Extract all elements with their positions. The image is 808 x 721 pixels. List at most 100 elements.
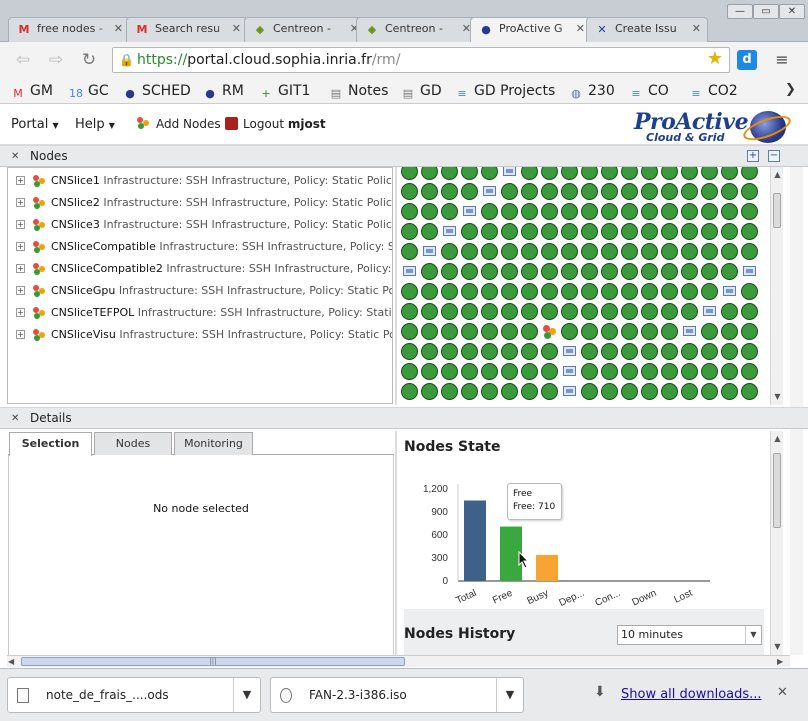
node-icon-monitor[interactable]: [421, 243, 438, 260]
scroll-thumb[interactable]: [773, 193, 781, 228]
node-free-icon[interactable]: [641, 263, 658, 280]
node-free-icon[interactable]: [401, 203, 418, 220]
node-source-row[interactable]: + CNSliceVisu Infrastructure: SSH Infrast…: [8, 325, 392, 345]
node-free-icon[interactable]: [581, 283, 598, 300]
node-free-icon[interactable]: [481, 223, 498, 240]
node-free-icon[interactable]: [601, 263, 618, 280]
node-free-icon[interactable]: [741, 363, 758, 380]
node-free-icon[interactable]: [541, 363, 558, 380]
collapse-all-icon[interactable]: −: [768, 150, 780, 162]
node-free-icon[interactable]: [461, 303, 478, 320]
node-free-icon[interactable]: [561, 167, 578, 180]
node-free-icon[interactable]: [641, 283, 658, 300]
tab-nodes[interactable]: Nodes: [94, 432, 172, 455]
node-free-icon[interactable]: [461, 223, 478, 240]
node-free-icon[interactable]: [601, 167, 618, 180]
node-free-icon[interactable]: [521, 363, 538, 380]
node-free-icon[interactable]: [401, 183, 418, 200]
node-free-icon[interactable]: [521, 323, 538, 340]
node-free-icon[interactable]: [661, 343, 678, 360]
node-icon-monitor[interactable]: [461, 203, 478, 220]
scroll-thumb[interactable]: [773, 453, 781, 528]
node-source-row[interactable]: + CNSliceTEFPOL Infrastructure: SSH Infra…: [8, 303, 392, 323]
node-free-icon[interactable]: [601, 363, 618, 380]
node-free-icon[interactable]: [481, 363, 498, 380]
node-free-icon[interactable]: [601, 383, 618, 400]
node-free-icon[interactable]: [701, 223, 718, 240]
download-item[interactable]: FAN-2.3-i386.iso ▼: [270, 677, 524, 713]
node-free-icon[interactable]: [721, 243, 738, 260]
node-free-icon[interactable]: [701, 383, 718, 400]
node-free-icon[interactable]: [581, 363, 598, 380]
node-free-icon[interactable]: [461, 383, 478, 400]
scroll-up-icon[interactable]: ▲: [772, 169, 783, 180]
node-free-icon[interactable]: [621, 223, 638, 240]
scroll-left-icon[interactable]: ◀: [8, 657, 14, 666]
node-free-icon[interactable]: [461, 183, 478, 200]
node-free-icon[interactable]: [721, 363, 738, 380]
node-free-icon[interactable]: [581, 343, 598, 360]
node-free-icon[interactable]: [541, 183, 558, 200]
back-button[interactable]: ⇦: [13, 50, 33, 70]
extension-icon[interactable]: d: [737, 50, 757, 70]
chevron-down-icon[interactable]: ▼: [233, 678, 260, 712]
node-free-icon[interactable]: [741, 283, 758, 300]
node-free-icon[interactable]: [401, 303, 418, 320]
node-free-icon[interactable]: [461, 283, 478, 300]
portal-menu[interactable]: Portal ▼: [11, 117, 59, 132]
node-free-icon[interactable]: [621, 263, 638, 280]
node-free-icon[interactable]: [521, 203, 538, 220]
node-free-icon[interactable]: [501, 263, 518, 280]
node-free-icon[interactable]: [641, 343, 658, 360]
node-free-icon[interactable]: [681, 303, 698, 320]
node-free-icon[interactable]: [701, 263, 718, 280]
close-tab-icon[interactable]: ✕: [576, 22, 585, 35]
node-free-icon[interactable]: [401, 323, 418, 340]
node-free-icon[interactable]: [581, 223, 598, 240]
browser-tab[interactable]: ◆ Centreon - ✕: [356, 17, 478, 42]
collapse-icon[interactable]: ✕: [11, 146, 19, 167]
node-free-icon[interactable]: [641, 363, 658, 380]
node-free-icon[interactable]: [681, 243, 698, 260]
node-free-icon[interactable]: [501, 183, 518, 200]
node-free-icon[interactable]: [741, 383, 758, 400]
node-free-icon[interactable]: [401, 343, 418, 360]
node-free-icon[interactable]: [561, 203, 578, 220]
node-free-icon[interactable]: [641, 203, 658, 220]
node-free-icon[interactable]: [701, 167, 718, 180]
close-tab-icon[interactable]: ✕: [114, 22, 123, 35]
node-free-icon[interactable]: [441, 363, 458, 380]
node-free-icon[interactable]: [401, 383, 418, 400]
node-free-icon[interactable]: [541, 223, 558, 240]
node-free-icon[interactable]: [661, 243, 678, 260]
node-free-icon[interactable]: [541, 203, 558, 220]
node-free-icon[interactable]: [441, 183, 458, 200]
node-free-icon[interactable]: [701, 183, 718, 200]
chevron-down-icon[interactable]: ▼: [496, 678, 523, 712]
node-free-icon[interactable]: [581, 383, 598, 400]
scroll-up-icon[interactable]: ▲: [772, 433, 783, 444]
node-free-icon[interactable]: [601, 243, 618, 260]
node-free-icon[interactable]: [421, 167, 438, 180]
node-free-icon[interactable]: [561, 303, 578, 320]
node-free-icon[interactable]: [621, 203, 638, 220]
node-free-icon[interactable]: [441, 323, 458, 340]
node-free-icon[interactable]: [621, 323, 638, 340]
node-free-icon[interactable]: [561, 183, 578, 200]
node-free-icon[interactable]: [581, 167, 598, 180]
node-free-icon[interactable]: [681, 263, 698, 280]
tab-selection[interactable]: Selection: [9, 432, 92, 456]
node-free-icon[interactable]: [521, 263, 538, 280]
node-free-icon[interactable]: [541, 243, 558, 260]
node-free-icon[interactable]: [501, 383, 518, 400]
browser-tab[interactable]: Mfree nodes - ✕: [8, 17, 130, 42]
node-free-icon[interactable]: [681, 343, 698, 360]
node-free-icon[interactable]: [421, 303, 438, 320]
node-free-icon[interactable]: [661, 203, 678, 220]
node-free-icon[interactable]: [501, 303, 518, 320]
node-free-icon[interactable]: [401, 167, 418, 180]
node-free-icon[interactable]: [481, 303, 498, 320]
node-free-icon[interactable]: [461, 167, 478, 180]
node-free-icon[interactable]: [701, 283, 718, 300]
tab-monitoring[interactable]: Monitoring: [174, 432, 253, 455]
